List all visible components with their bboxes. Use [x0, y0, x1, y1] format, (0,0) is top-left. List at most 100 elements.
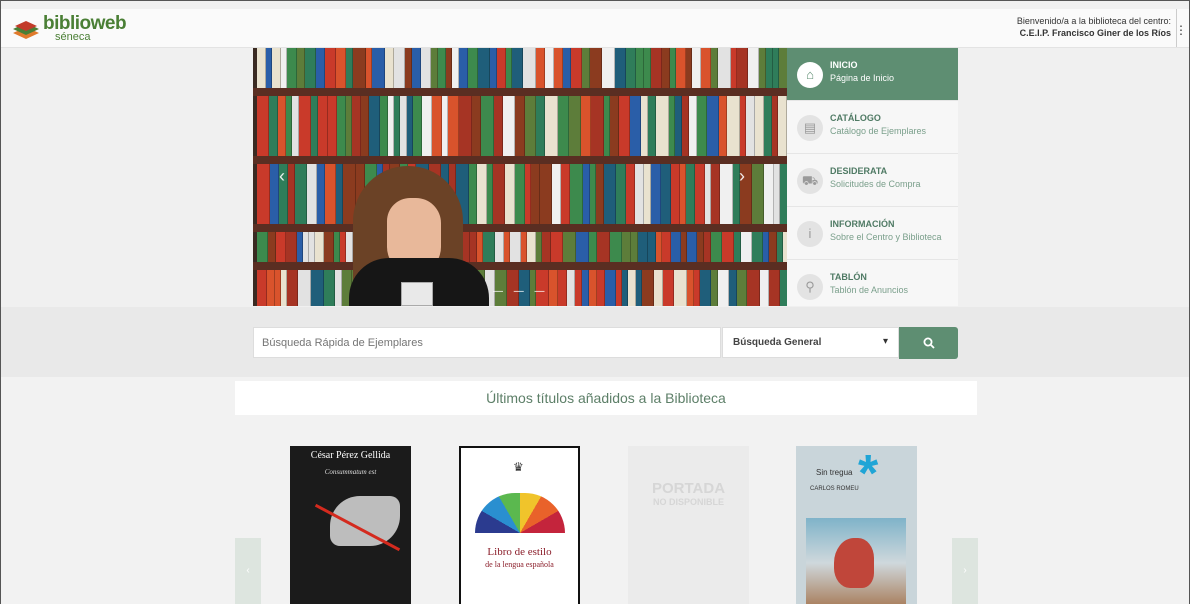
- book-spine: [676, 48, 686, 88]
- menu-item-subtitle: Solicitudes de Compra: [830, 179, 921, 189]
- carousel-next-button[interactable]: ›: [952, 538, 978, 604]
- carousel-prev-button[interactable]: ‹: [235, 538, 261, 604]
- quick-search-input[interactable]: [253, 327, 721, 358]
- book-spine: [299, 96, 311, 156]
- menu-item-title: INFORMACIÓN: [830, 219, 895, 229]
- menu-item-catalogo[interactable]: ▤ CATÁLOGO Catálogo de Ejemplares: [787, 101, 958, 154]
- book-spine: [602, 48, 615, 88]
- book-spine: [536, 96, 545, 156]
- book-spine: [571, 48, 582, 88]
- book-spine: [481, 96, 494, 156]
- book-spine: [421, 48, 431, 88]
- book-spine: [605, 270, 616, 306]
- library-carousel-photo: ‹ › — — —: [253, 48, 787, 306]
- book-title: Consummatum est: [324, 468, 377, 476]
- book-spine: [552, 164, 561, 224]
- books-logo-icon: [13, 21, 39, 39]
- menu-icon[interactable]: ⋮: [1175, 23, 1187, 37]
- book-spine: [695, 164, 705, 224]
- search-button[interactable]: [899, 327, 958, 359]
- book-spine: [741, 232, 752, 262]
- chevron-down-icon: ▾: [882, 336, 888, 347]
- book-spine: [315, 232, 324, 262]
- book-spine: [778, 96, 787, 156]
- book-spine: [268, 232, 276, 262]
- book-spine: [257, 96, 269, 156]
- book-spine: [567, 270, 575, 306]
- menu-item-title: DESIDERATA: [830, 166, 888, 176]
- book-spine: [257, 164, 270, 224]
- book-icon: ▤: [797, 115, 823, 141]
- book-spine: [497, 48, 506, 88]
- book-spine: [769, 270, 780, 306]
- book-spine: [582, 270, 589, 306]
- book-spine: [324, 270, 335, 306]
- book-spine: [324, 232, 334, 262]
- biblioweb-logo[interactable]: biblioweb séneca: [11, 13, 127, 45]
- book-spine: [318, 96, 328, 156]
- book-spine: [644, 164, 651, 224]
- book-spine: [764, 96, 772, 156]
- book-spine: [692, 48, 701, 88]
- book-spine: [630, 96, 641, 156]
- book-spine: [337, 96, 346, 156]
- book-spine: [563, 232, 576, 262]
- book-spine: [380, 96, 388, 156]
- book-spine: [558, 96, 569, 156]
- book-spine: [346, 232, 353, 262]
- book-spine: [570, 164, 583, 224]
- menu-item-title: CATÁLOGO: [830, 113, 881, 123]
- book-spine: [687, 270, 694, 306]
- book-spine: [686, 164, 695, 224]
- carousel-next-icon[interactable]: ›: [739, 166, 745, 187]
- menu-item-desiderata[interactable]: ⛟ DESIDERATA Solicitudes de Compra: [787, 154, 958, 207]
- book-spine: [590, 48, 602, 88]
- book-spine: [257, 48, 266, 88]
- book-cover[interactable]: * Sin tregua CARLOS ROMEU: [796, 446, 917, 604]
- book-spine: [472, 96, 481, 156]
- book-spine: [369, 96, 380, 156]
- book-spine: [597, 270, 605, 306]
- book-spine: [558, 270, 567, 306]
- book-spine: [755, 96, 764, 156]
- menu-item-subtitle: Página de Inicio: [830, 73, 895, 83]
- search-icon: [923, 337, 935, 349]
- logo-subtitle: séneca: [55, 31, 91, 43]
- menu-item-tablon[interactable]: ⚲ TABLÓN Tablón de Anuncios: [787, 260, 958, 313]
- carousel-prev-icon[interactable]: ‹: [279, 166, 285, 187]
- book-spine: [494, 96, 503, 156]
- book-author: CARLOS ROMEU: [810, 486, 859, 492]
- book-spine: [257, 270, 267, 306]
- book-spine: [711, 232, 722, 262]
- book-spine: [718, 48, 731, 88]
- menu-item-subtitle: Catálogo de Ejemplares: [830, 126, 927, 136]
- book-spine: [325, 48, 336, 88]
- menu-item-inicio[interactable]: ⌂ INICIO Página de Inicio: [787, 48, 958, 101]
- book-spine: [325, 164, 336, 224]
- book-spine: [631, 232, 638, 262]
- book-spine: [661, 164, 671, 224]
- book-spine: [287, 270, 298, 306]
- search-bar: Búsqueda General ▾: [1, 307, 1189, 377]
- book-cover[interactable]: César Pérez Gellida Consummatum est: [290, 446, 411, 604]
- book-spine: [272, 48, 281, 88]
- book-spine: [648, 96, 656, 156]
- book-spine: [269, 96, 278, 156]
- menu-item-informacion[interactable]: i INFORMACIÓN Sobre el Centro y Bibliote…: [787, 207, 958, 260]
- menu-item-title: INICIO: [830, 60, 858, 70]
- carousel-indicators[interactable]: — — —: [493, 286, 549, 297]
- book-spine: [311, 270, 324, 306]
- book-spine: [722, 232, 734, 262]
- book-spine: [542, 232, 551, 262]
- book-spine: [470, 232, 477, 262]
- book-spine: [431, 48, 438, 88]
- book-cover-placeholder[interactable]: PORTADA NO DISPONIBLE: [628, 446, 749, 604]
- shelf-board: [253, 88, 787, 96]
- search-scope-select[interactable]: Búsqueda General ▾: [722, 327, 899, 358]
- book-spine: [635, 164, 644, 224]
- book-cover[interactable]: ♛ Libro de estilo de la lengua española: [459, 446, 580, 604]
- book-spine: [483, 232, 495, 262]
- book-spine: [619, 96, 630, 156]
- book-spine: [604, 164, 616, 224]
- book-title: Sin tregua: [816, 468, 853, 477]
